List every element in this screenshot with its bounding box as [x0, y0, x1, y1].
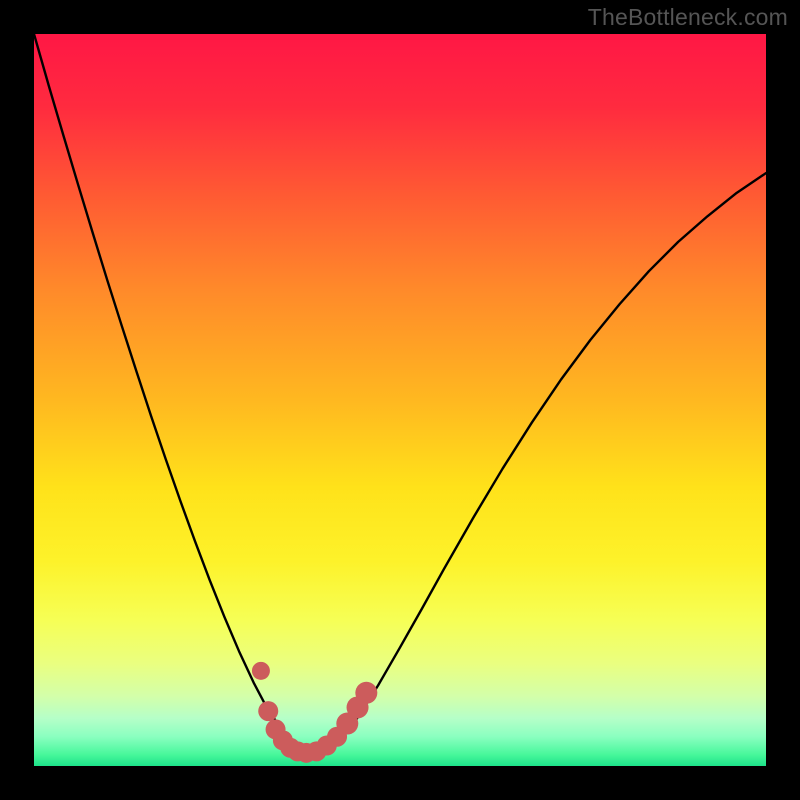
marker-point-0	[252, 662, 270, 680]
plot-background-gradient	[34, 34, 766, 766]
marker-point-1	[258, 701, 278, 721]
chart-frame: TheBottleneck.com	[0, 0, 800, 800]
chart-svg	[0, 0, 800, 800]
marker-point-12	[355, 682, 377, 704]
